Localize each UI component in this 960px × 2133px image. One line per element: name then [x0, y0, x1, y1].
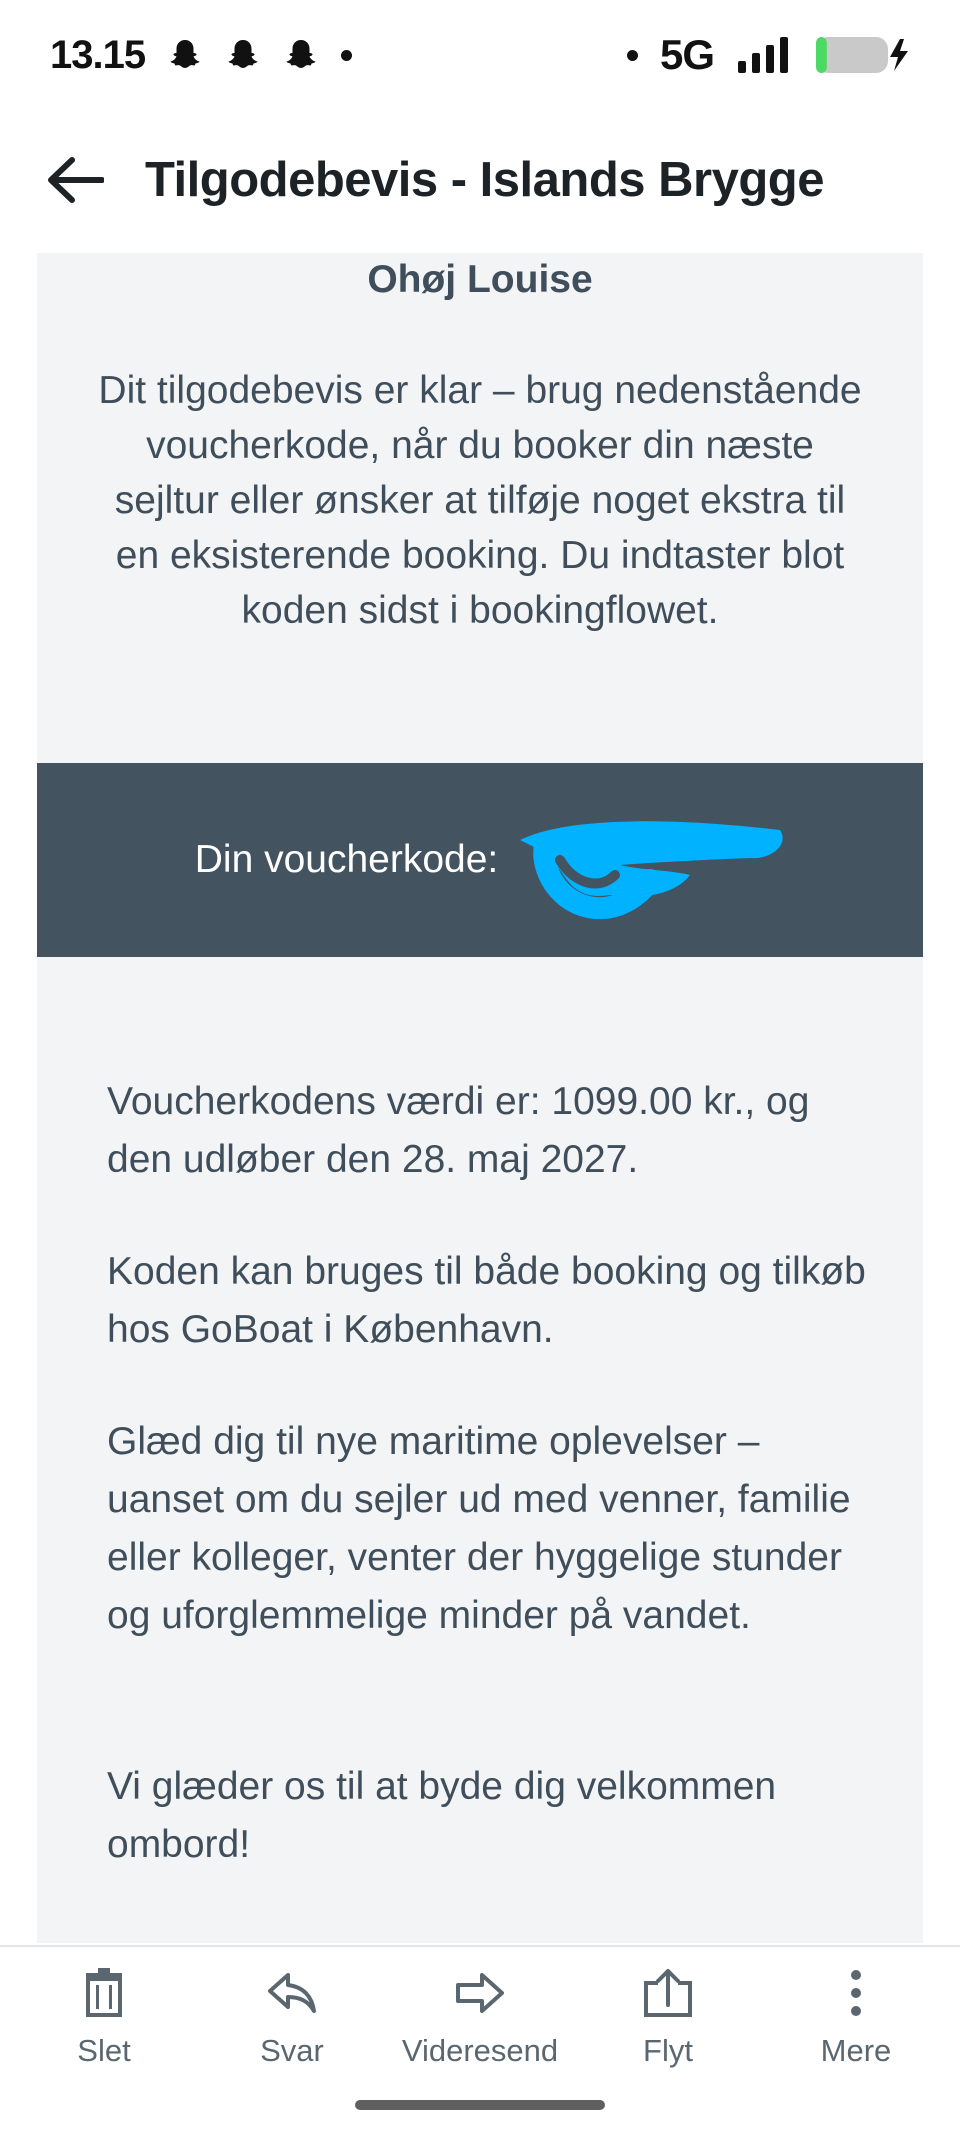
delete-label: Slet — [77, 2033, 131, 2068]
voucher-label: Din voucherkode: — [194, 838, 499, 881]
more-label: Mere — [820, 2033, 892, 2068]
battery-charging-icon — [816, 37, 908, 73]
welcome-paragraph: Vi glæder os til at byde dig velkommen o… — [107, 1765, 777, 1866]
notification-dot-icon — [341, 49, 353, 61]
voucher-line: Din voucherkode: — [194, 821, 783, 920]
trash-icon — [86, 1968, 122, 2017]
privacy-dot-icon — [626, 49, 638, 61]
more-button[interactable]: Mere — [762, 1947, 950, 2085]
intro-paragraph: Dit tilgodebevis er klar – brug nedenstå… — [98, 369, 862, 632]
status-time: 13.15 — [50, 32, 146, 77]
email-body: Ohøj Louise Dit tilgodebevis er klar – b… — [37, 253, 923, 1943]
reply-label: Svar — [260, 2033, 324, 2068]
reply-icon — [268, 1973, 316, 2013]
delete-button[interactable]: Slet — [10, 1947, 198, 2085]
voucher-value-paragraph: Voucherkodens værdi er: 1099.00 kr., og … — [107, 1080, 810, 1181]
reply-button[interactable]: Svar — [198, 1947, 386, 2085]
snapchat-icon — [228, 40, 258, 68]
move-button[interactable]: Flyt — [574, 1947, 762, 2085]
move-icon — [644, 1969, 692, 2017]
more-vertical-icon — [851, 1970, 861, 2016]
status-right: 5G — [626, 31, 910, 79]
move-label: Flyt — [643, 2033, 693, 2068]
redaction-scribble — [520, 821, 783, 920]
back-button[interactable] — [35, 140, 115, 220]
home-indicator[interactable] — [355, 2100, 605, 2110]
status-left: 13.15 — [50, 32, 353, 78]
email-action-toolbar: Slet Svar Videresend Flyt Mere — [0, 1945, 960, 2085]
snapchat-icon — [170, 40, 200, 68]
status-bar: 13.15 5G — [0, 0, 960, 110]
email-subject-title: Tilgodebevis - Islands Brygge — [145, 153, 824, 207]
email-header: Tilgodebevis - Islands Brygge — [0, 130, 960, 230]
voucher-code-redacted — [510, 821, 783, 920]
network-type: 5G — [659, 31, 715, 78]
forward-label: Videresend — [401, 2033, 559, 2068]
usage-paragraph: Koden kan bruges til både booking og til… — [107, 1250, 866, 1351]
signal-strength-icon — [738, 37, 788, 73]
enjoy-paragraph: Glæd dig til nye maritime oplevelser – u… — [107, 1420, 851, 1637]
forward-button[interactable]: Videresend — [386, 1947, 574, 2085]
arrow-left-icon — [48, 157, 104, 203]
snapchat-icon — [286, 40, 316, 68]
greeting-heading: Ohøj Louise — [367, 258, 593, 301]
voucher-code-banner: Din voucherkode: — [37, 763, 923, 957]
forward-icon — [456, 1973, 504, 2013]
